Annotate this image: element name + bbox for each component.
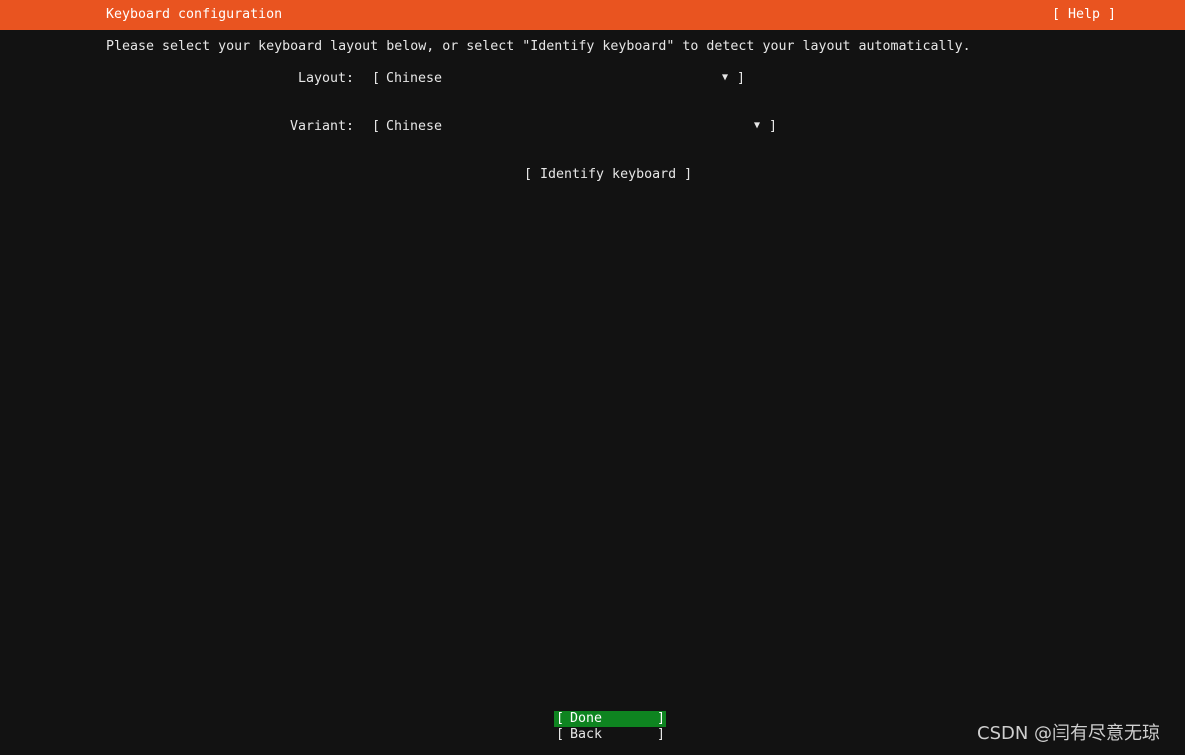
done-close-bracket: ] bbox=[657, 711, 666, 726]
variant-value: Chinese bbox=[386, 119, 443, 134]
dropdown-arrow-icon: ▼ bbox=[722, 72, 729, 83]
dropdown-arrow-icon: ▼ bbox=[754, 120, 761, 131]
variant-open-bracket: [ bbox=[372, 119, 381, 134]
variant-close-bracket: ] bbox=[769, 119, 778, 134]
page-title: Keyboard configuration bbox=[106, 7, 283, 22]
done-button[interactable]: [ Done ] bbox=[554, 711, 666, 727]
title-bar: Keyboard configuration [ Help ] bbox=[0, 0, 1185, 30]
layout-close-bracket: ] bbox=[737, 71, 746, 86]
variant-label: Variant: bbox=[290, 119, 355, 134]
back-open-bracket: [ bbox=[556, 727, 565, 742]
layout-open-bracket: [ bbox=[372, 71, 381, 86]
back-close-bracket: ] bbox=[657, 727, 666, 742]
done-open-bracket: [ bbox=[556, 711, 565, 726]
identify-keyboard-button[interactable]: [ Identify keyboard ] bbox=[524, 167, 692, 183]
watermark-text: CSDN @闫有尽意无琼 bbox=[977, 723, 1161, 744]
done-label: Done bbox=[570, 711, 603, 726]
instructions-text: Please select your keyboard layout below… bbox=[106, 39, 971, 54]
layout-label: Layout: bbox=[298, 71, 355, 86]
layout-value: Chinese bbox=[386, 71, 443, 86]
back-button[interactable]: [ Back ] bbox=[554, 727, 666, 743]
help-button[interactable]: [ Help ] bbox=[1052, 7, 1116, 23]
back-label: Back bbox=[570, 727, 603, 742]
